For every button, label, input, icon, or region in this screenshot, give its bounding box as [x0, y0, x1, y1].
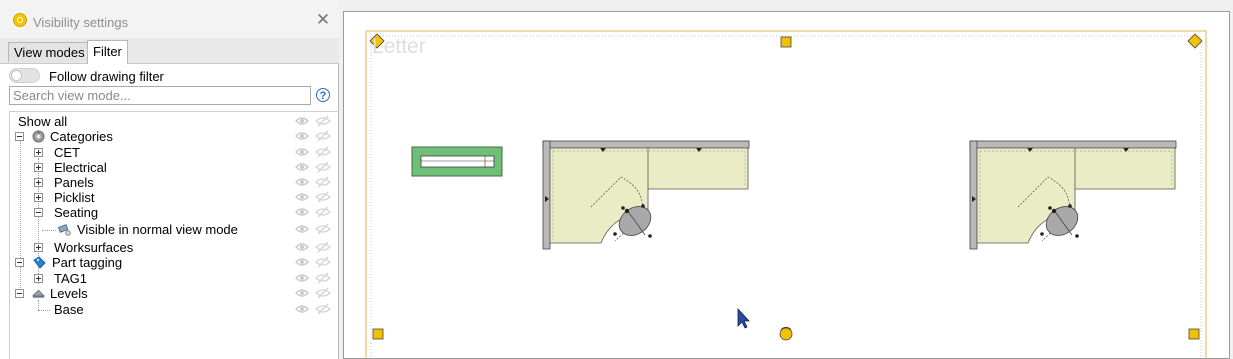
edge-handle[interactable]	[780, 36, 792, 48]
panel-titlebar: Visibility settings ✕	[0, 0, 339, 38]
expand-icon[interactable]	[34, 243, 43, 252]
panel-title: Visibility settings	[33, 15, 129, 30]
eye-icon[interactable]	[295, 241, 309, 253]
eye-slash-icon[interactable]	[315, 161, 331, 173]
eye-slash-icon[interactable]	[315, 130, 331, 142]
mouse-cursor-icon	[737, 307, 750, 329]
tree-item-label: Picklist	[54, 190, 95, 205]
collapse-icon[interactable]	[15, 132, 24, 141]
eye-slash-icon[interactable]	[315, 223, 331, 235]
eye-slash-icon[interactable]	[315, 146, 331, 158]
tag-legend-box[interactable]	[411, 146, 503, 177]
tree-item-picklist[interactable]: Picklist	[0, 190, 339, 205]
tab-bar: View modes Filter	[0, 38, 339, 64]
eye-slash-icon[interactable]	[315, 176, 331, 188]
page-size-label: Letter	[372, 35, 426, 58]
tree-item-label: CET	[54, 145, 80, 160]
eye-icon[interactable]	[295, 206, 309, 218]
levels-icon	[32, 289, 45, 298]
eye-icon[interactable]	[295, 223, 309, 235]
eye-slash-icon[interactable]	[315, 287, 331, 299]
view-mode-icon	[58, 224, 71, 236]
eye-icon[interactable]	[295, 176, 309, 188]
tree-item-label: TAG1	[54, 271, 87, 286]
tree-item-tag1[interactable]: TAG1	[0, 271, 339, 286]
tree-item-label: Show all	[18, 114, 68, 129]
tree-item-visible-in-normal-view-mode[interactable]: Visible in normal view mode	[0, 222, 339, 237]
eye-icon[interactable]	[295, 161, 309, 173]
tree-item-label: Seating	[54, 205, 99, 220]
tree-item-cet[interactable]: CET	[0, 145, 339, 160]
tree-item-seating[interactable]: Seating	[0, 205, 339, 220]
tree-item-electrical[interactable]: Electrical	[0, 160, 339, 175]
categories-icon	[32, 130, 45, 143]
tree-item-levels[interactable]: Levels	[0, 286, 339, 301]
app-logo-icon	[13, 13, 27, 27]
tree-item-label: Levels	[50, 286, 88, 301]
drawing-canvas[interactable]: Letter	[343, 11, 1230, 359]
tree-item-base[interactable]: Base	[0, 302, 339, 317]
tag-icon	[33, 256, 46, 269]
tree-item-part-tagging[interactable]: Part tagging	[0, 255, 339, 270]
tab-view-modes[interactable]: View modes	[8, 42, 91, 62]
eye-icon[interactable]	[295, 256, 309, 268]
expand-icon[interactable]	[34, 178, 43, 187]
tree-item-categories[interactable]: Categories	[0, 129, 339, 144]
expand-icon[interactable]	[34, 193, 43, 202]
collapse-icon[interactable]	[34, 208, 43, 217]
workstation[interactable]	[542, 140, 750, 250]
tree-item-label: Electrical	[54, 160, 107, 175]
eye-slash-icon[interactable]	[315, 206, 331, 218]
eye-icon[interactable]	[295, 191, 309, 203]
tab-filter[interactable]: Filter	[87, 40, 128, 64]
tree-item-label: Categories	[50, 129, 113, 144]
eye-slash-icon[interactable]	[315, 241, 331, 253]
tree-item-show-all[interactable]: Show all	[0, 114, 339, 129]
search-view-mode-input[interactable]	[9, 86, 311, 105]
drawing-svg	[365, 30, 1207, 358]
eye-icon[interactable]	[295, 130, 309, 142]
eye-slash-icon[interactable]	[315, 191, 331, 203]
edge-handle[interactable]	[372, 328, 384, 340]
eye-slash-icon[interactable]	[315, 115, 331, 127]
tree-item-panels[interactable]: Panels	[0, 175, 339, 190]
expand-icon[interactable]	[34, 163, 43, 172]
edge-handle[interactable]	[1188, 328, 1200, 340]
tree-item-label: Panels	[54, 175, 94, 190]
collapse-icon[interactable]	[15, 258, 24, 267]
tree-item-worksurfaces[interactable]: Worksurfaces	[0, 240, 339, 255]
eye-slash-icon[interactable]	[315, 272, 331, 284]
tree-item-label: Part tagging	[52, 255, 123, 270]
eye-icon[interactable]	[295, 146, 309, 158]
expand-icon[interactable]	[34, 274, 43, 283]
tree-item-label: Visible in normal view mode	[77, 222, 238, 237]
expand-icon[interactable]	[34, 148, 43, 157]
workstation[interactable]	[969, 140, 1177, 250]
eye-slash-icon[interactable]	[315, 303, 331, 315]
eye-icon[interactable]	[295, 287, 309, 299]
eye-icon[interactable]	[295, 272, 309, 284]
tree-item-label: Base	[54, 302, 84, 317]
eye-slash-icon[interactable]	[315, 256, 331, 268]
collapse-icon[interactable]	[15, 289, 24, 298]
help-icon[interactable]: ?	[316, 88, 330, 102]
tree-item-label: Worksurfaces	[54, 240, 134, 255]
eye-icon[interactable]	[295, 303, 309, 315]
page-border	[365, 30, 1207, 358]
follow-drawing-filter-label: Follow drawing filter	[49, 69, 164, 84]
follow-drawing-filter-toggle[interactable]	[9, 68, 40, 83]
close-icon[interactable]: ✕	[315, 11, 331, 28]
visibility-settings-panel: Visibility settings ✕ View modes Filter …	[0, 0, 339, 359]
page-margin	[370, 35, 1202, 358]
rotate-handle[interactable]	[779, 326, 793, 341]
eye-icon[interactable]	[295, 115, 309, 127]
